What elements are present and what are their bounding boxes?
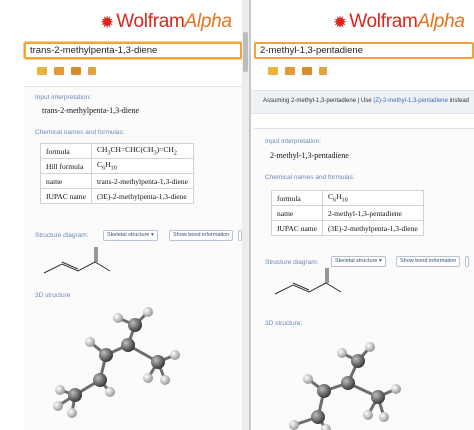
structure-type-select[interactable]: Skeletal structure ▾ <box>103 230 158 241</box>
chemical-names-title: Chemical names and formulas: <box>35 129 125 136</box>
logo-word-wolfram: Wolfram <box>349 11 418 32</box>
carbon-chain <box>43 261 111 274</box>
show-bond-info-button[interactable]: Show bond information <box>169 230 234 241</box>
row-label: name <box>40 173 92 189</box>
alternate-assumption-link[interactable]: (Z)-2-methyl-1,3-pentadiene <box>373 98 448 104</box>
assumption-suffix: instead <box>447 98 469 104</box>
carbon-chain <box>274 282 342 295</box>
image-input-icon[interactable] <box>285 67 295 75</box>
assumption-banner: Assuming 2-methyl-1,3-pentadiene | Use (… <box>251 90 474 114</box>
search-input[interactable]: trans-2-methylpenta-1,3-diene <box>24 42 242 59</box>
chemical-names-table: formula C6H10 name 2-methyl-1,3-pentadie… <box>271 190 424 236</box>
assumption-text: Assuming 2-methyl-1,3-pentadiene | Use <box>263 98 374 104</box>
input-interpretation-value: 2-methyl-1,3-pentadiene <box>270 151 349 160</box>
right-browser-window: ✹ WolframAlpha 2-methyl-1,3-pentadiene A… <box>251 0 474 430</box>
row-label: name <box>271 205 323 221</box>
skeletal-structure-diagram <box>274 268 342 295</box>
random-icon[interactable] <box>319 67 327 75</box>
logo-word-alpha: Alpha <box>184 11 232 32</box>
formula-value: CH3CH=CHC(CH3)=CH2 <box>90 143 194 159</box>
show-bond-info-button[interactable]: Show bond information <box>396 256 461 267</box>
table-row: IUPAC name (3E)-2-methylpenta-1,3-diene <box>271 220 424 236</box>
formula-value: C6H10 <box>321 190 424 206</box>
row-label: IUPAC name <box>40 188 92 204</box>
logo-word-alpha: Alpha <box>417 11 465 32</box>
left-scrollbar-thumb[interactable] <box>243 32 248 72</box>
table-row: Hill formula C6H10 <box>40 158 194 174</box>
keyboard-icon[interactable] <box>37 67 47 75</box>
molecule-3d-model[interactable] <box>40 300 190 430</box>
wolfram-alpha-logo[interactable]: ✹ WolframAlpha <box>100 9 232 35</box>
carbon-atoms <box>311 354 385 424</box>
input-mode-toolbar <box>37 67 96 75</box>
examples-icon[interactable] <box>71 67 81 75</box>
wolfram-star-icon: ✹ <box>100 12 115 32</box>
row-label: formula <box>271 190 323 206</box>
more-options-button[interactable] <box>238 230 242 241</box>
wolfram-alpha-logo[interactable]: ✹ WolframAlpha <box>333 9 465 35</box>
input-interpretation-title: Input interpretation: <box>35 94 92 101</box>
table-row: name 2-methyl-1,3-pentadiene <box>271 205 424 221</box>
chemical-names-table: formula CH3CH=CHC(CH3)=CH2 Hill formula … <box>40 143 194 204</box>
iupac-name-value: (3E)-2-methylpenta-1,3-diene <box>90 188 194 204</box>
wolfram-star-icon: ✹ <box>333 12 348 32</box>
search-input-value: trans-2-methylpenta-1,3-diene <box>30 45 158 56</box>
structure-3d-title: 3D structure <box>35 292 71 299</box>
input-mode-toolbar <box>268 67 327 75</box>
skeletal-structure-diagram <box>43 247 111 274</box>
table-row: name trans-2-methylpenta-1,3-diene <box>40 173 194 189</box>
image-input-icon[interactable] <box>54 67 64 75</box>
hill-formula-value: C6H10 <box>90 158 194 174</box>
search-input[interactable]: 2-methyl-1,3-pentadiene <box>254 42 474 59</box>
name-value: 2-methyl-1,3-pentadiene <box>321 205 424 221</box>
keyboard-icon[interactable] <box>268 67 278 75</box>
structure-diagram-title: Structure diagram: <box>35 232 89 239</box>
logo-word-wolfram: Wolfram <box>116 11 185 32</box>
more-options-button[interactable] <box>465 256 469 267</box>
structure-diagram-title: Structure diagram: <box>265 259 319 266</box>
row-label: Hill formula <box>40 158 92 174</box>
table-row: formula CH3CH=CHC(CH3)=CH2 <box>40 143 194 159</box>
examples-icon[interactable] <box>302 67 312 75</box>
iupac-name-value: (3E)-2-methylpenta-1,3-diene <box>321 220 424 236</box>
table-row: formula C6H10 <box>271 190 424 206</box>
name-value: trans-2-methylpenta-1,3-diene <box>90 173 194 189</box>
input-interpretation-title: Input interpretation: <box>265 138 322 145</box>
row-label: IUPAC name <box>271 220 323 236</box>
left-scrollbar[interactable] <box>242 0 249 430</box>
table-row: IUPAC name (3E)-2-methylpenta-1,3-diene <box>40 188 194 204</box>
input-interpretation-value: trans-2-methylpenta-1,3-diene <box>42 106 140 115</box>
search-input-value: 2-methyl-1,3-pentadiene <box>260 45 363 56</box>
left-browser-window: ✹ WolframAlpha trans-2-methylpenta-1,3-d… <box>0 0 249 430</box>
row-label: formula <box>40 143 92 159</box>
molecule-3d-model[interactable] <box>266 325 416 430</box>
chemical-names-title: Chemical names and formulas: <box>265 174 355 181</box>
random-icon[interactable] <box>88 67 96 75</box>
